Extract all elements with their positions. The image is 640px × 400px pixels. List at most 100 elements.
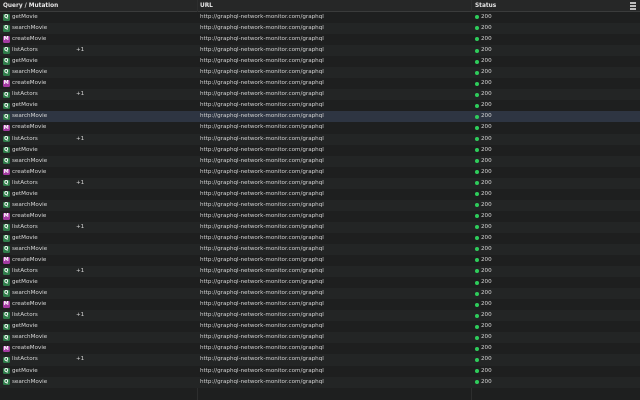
mutation-badge-icon: M	[3, 36, 10, 43]
table-row[interactable]: McreateMovie http://graphql-network-monit…	[0, 122, 640, 134]
query-badge-icon: Q	[3, 146, 10, 154]
query-badge-icon: Q	[3, 102, 10, 110]
status-code: 200	[481, 179, 492, 186]
status-ok-icon	[475, 324, 479, 329]
status-ok-icon	[475, 247, 479, 252]
status-ok-icon	[475, 26, 479, 31]
operation-name: getMovie	[12, 14, 38, 20]
status-code: 200	[481, 245, 492, 252]
operation-name: createMovie	[12, 257, 47, 264]
status-ok-icon	[475, 114, 479, 119]
operation-name: getMovie	[12, 234, 38, 241]
table-row[interactable]: QlistActors +1 http://graphql-network-moni…	[0, 133, 640, 145]
status-ok-icon	[475, 214, 479, 219]
column-header-status[interactable]: Status	[475, 0, 496, 12]
table-row[interactable]: QsearchMovie http://graphql-network-monit…	[0, 199, 640, 211]
table-row[interactable]: QgetMovie http://graphql-network-monitor.…	[0, 12, 640, 24]
status-ok-icon	[475, 280, 479, 285]
request-url: http://graphql-network-monitor.com/graph…	[200, 179, 324, 186]
table-row[interactable]: QgetMovie http://graphql-network-monitor.…	[0, 188, 640, 200]
mutation-badge-icon: M	[3, 80, 10, 87]
additional-operations-count: +1	[76, 223, 85, 230]
status-ok-icon	[475, 48, 479, 53]
table-row[interactable]: QsearchMovie http://graphql-network-monit…	[0, 67, 640, 79]
status-code: 200	[481, 47, 492, 54]
operation-name: searchMovie	[12, 290, 48, 297]
table-row[interactable]: QsearchMovie http://graphql-network-monit…	[0, 332, 640, 344]
table-row[interactable]: QsearchMovie http://graphql-network-monit…	[0, 155, 640, 167]
status-code: 200	[481, 80, 492, 87]
table-row[interactable]: McreateMovie http://graphql-network-monit…	[0, 343, 640, 355]
status-code: 200	[481, 91, 492, 98]
operation-name: createMovie	[12, 124, 47, 131]
table-row[interactable]: McreateMovie http://graphql-network-monit…	[0, 255, 640, 267]
table-row[interactable]: QlistActors +1 http://graphql-network-moni…	[0, 354, 640, 366]
operation-name: searchMovie	[12, 69, 48, 76]
request-url: http://graphql-network-monitor.com/graph…	[200, 312, 324, 319]
table-row[interactable]: QlistActors +1 http://graphql-network-moni…	[0, 266, 640, 278]
status-code: 200	[481, 345, 492, 352]
status-ok-icon	[475, 203, 479, 208]
status-ok-icon	[475, 181, 479, 186]
table-row[interactable]: QsearchMovie http://graphql-network-monit…	[0, 288, 640, 300]
table-row[interactable]: QsearchMovie http://graphql-network-monit…	[0, 23, 640, 35]
table-row[interactable]: McreateMovie http://graphql-network-monit…	[0, 210, 640, 222]
table-row[interactable]: McreateMovie http://graphql-network-monit…	[0, 34, 640, 46]
status-code: 200	[481, 14, 492, 20]
table-row[interactable]: QgetMovie http://graphql-network-monitor.…	[0, 277, 640, 289]
status-ok-icon	[475, 313, 479, 318]
status-code: 200	[481, 157, 492, 164]
operation-name: getMovie	[12, 279, 38, 286]
table-row[interactable]: QlistActors +1 http://graphql-network-moni…	[0, 221, 640, 233]
request-url: http://graphql-network-monitor.com/graph…	[200, 47, 324, 54]
status-ok-icon	[475, 136, 479, 141]
operation-name: getMovie	[12, 367, 38, 374]
status-code: 200	[481, 135, 492, 142]
query-badge-icon: Q	[3, 25, 10, 32]
operation-name: listActors	[12, 223, 38, 230]
column-header-url[interactable]: URL	[200, 0, 213, 12]
query-badge-icon: Q	[3, 378, 10, 386]
query-badge-icon: Q	[3, 290, 10, 297]
table-row[interactable]: McreateMovie http://graphql-network-monit…	[0, 166, 640, 178]
trash-icon[interactable]	[630, 2, 636, 10]
additional-operations-count: +1	[76, 47, 85, 54]
request-url: http://graphql-network-monitor.com/graph…	[200, 124, 324, 131]
request-url: http://graphql-network-monitor.com/graph…	[200, 91, 324, 98]
table-row[interactable]: QlistActors +1 http://graphql-network-moni…	[0, 89, 640, 101]
table-row[interactable]: QsearchMovie http://graphql-network-monit…	[0, 243, 640, 256]
table-row[interactable]: QlistActors +1 http://graphql-network-moni…	[0, 310, 640, 322]
table-row[interactable]: QlistActors +1 http://graphql-network-moni…	[0, 45, 640, 57]
status-ok-icon	[475, 70, 479, 75]
request-url: http://graphql-network-monitor.com/graph…	[200, 190, 324, 197]
request-url: http://graphql-network-monitor.com/graph…	[200, 146, 324, 153]
operation-name: getMovie	[12, 102, 38, 109]
operation-name: createMovie	[12, 345, 47, 352]
status-code: 200	[481, 25, 492, 32]
additional-operations-count: +1	[76, 135, 85, 142]
status-code: 200	[481, 334, 492, 341]
column-header-query[interactable]: Query / Mutation	[3, 0, 58, 12]
status-code: 200	[481, 223, 492, 230]
additional-operations-count: +1	[76, 268, 85, 275]
table-row[interactable]: QgetMovie http://graphql-network-monitor.…	[0, 232, 640, 244]
table-row[interactable]: McreateMovie http://graphql-network-monit…	[0, 299, 640, 311]
request-url: http://graphql-network-monitor.com/graph…	[200, 301, 324, 308]
table-row[interactable]: QgetMovie http://graphql-network-monitor.…	[0, 56, 640, 68]
table-row[interactable]: QgetMovie http://graphql-network-monitor.…	[0, 365, 640, 377]
status-code: 200	[481, 190, 492, 197]
request-list: QgetMovie http://graphql-network-monitor.…	[0, 12, 640, 388]
table-row[interactable]: QlistActors +1 http://graphql-network-moni…	[0, 177, 640, 189]
operation-name: createMovie	[12, 36, 47, 43]
table-row[interactable]: QgetMovie http://graphql-network-monitor.…	[0, 321, 640, 333]
request-url: http://graphql-network-monitor.com/graph…	[200, 345, 324, 352]
status-ok-icon	[475, 170, 479, 175]
table-row[interactable]: QsearchMovie http://graphql-network-monit…	[0, 376, 640, 388]
table-row[interactable]: QgetMovie http://graphql-network-monitor.…	[0, 144, 640, 156]
status-ok-icon	[475, 291, 479, 296]
table-row[interactable]: QgetMovie http://graphql-network-monitor.…	[0, 100, 640, 112]
table-row[interactable]: QsearchMovie http://graphql-network-monit…	[0, 111, 640, 123]
query-badge-icon: Q	[3, 201, 10, 209]
table-row[interactable]: McreateMovie http://graphql-network-monit…	[0, 78, 640, 90]
operation-name: searchMovie	[12, 157, 48, 164]
